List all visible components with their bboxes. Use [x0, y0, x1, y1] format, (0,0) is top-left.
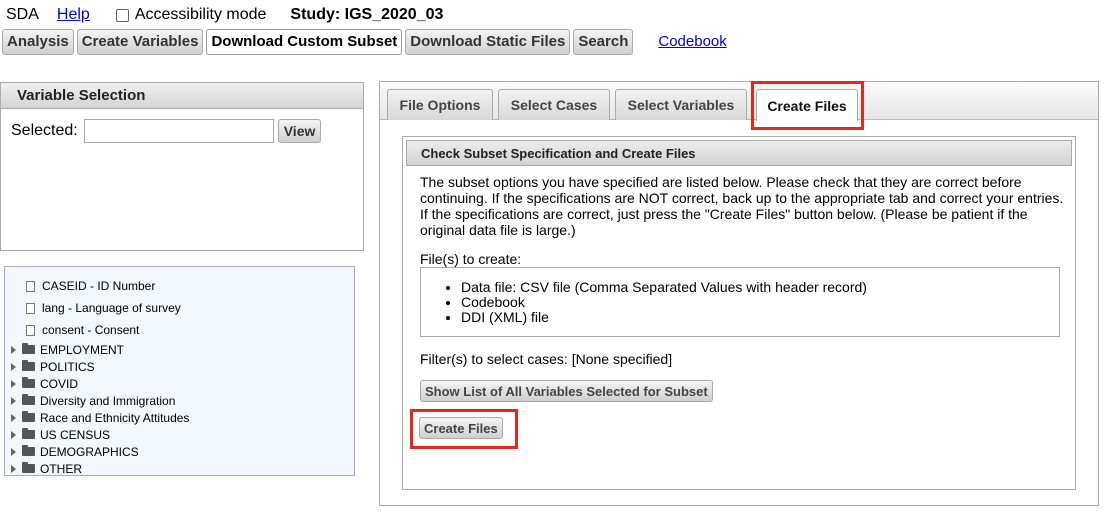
download-custom-subset-button[interactable]: Download Custom Subset [206, 28, 403, 55]
expand-arrow-icon[interactable] [11, 430, 16, 439]
folder-icon [22, 343, 35, 354]
tree-leaf-label: CASEID - ID Number [42, 279, 156, 293]
tree-folder-label: POLITICS [40, 359, 95, 374]
files-to-create-list: Data file: CSV file (Comma Separated Val… [420, 267, 1060, 337]
variable-selection-panel: Variable Selection Selected: View [0, 82, 364, 251]
filter-text: Filter(s) to select cases: [None specifi… [420, 351, 673, 367]
expand-arrow-icon[interactable] [11, 345, 16, 354]
expand-arrow-icon[interactable] [11, 413, 16, 422]
folder-icon [22, 428, 35, 439]
subset-panel: File Options Select Cases Select Variabl… [379, 81, 1099, 506]
tree-leaf-label: lang - Language of survey [42, 301, 181, 315]
tree-leaf[interactable]: lang - Language of survey [5, 297, 354, 319]
app-name: SDA [6, 6, 39, 23]
expand-arrow-icon[interactable] [11, 447, 16, 456]
tree-folder[interactable]: US CENSUS [5, 426, 354, 443]
expand-arrow-icon[interactable] [11, 379, 16, 388]
study-title: Study: IGS_2020_03 [290, 6, 444, 23]
tree-folder-label: COVID [40, 376, 79, 391]
tree-folder-label: Race and Ethnicity Attitudes [40, 410, 190, 425]
tab-file-options[interactable]: File Options [387, 89, 493, 120]
tree-folder[interactable]: Race and Ethnicity Attitudes [5, 409, 354, 426]
search-button[interactable]: Search [573, 28, 634, 55]
tree-folder[interactable]: DEMOGRAPHICS [5, 443, 354, 460]
create-files-button-highlight [410, 409, 518, 449]
selected-row: Selected: View [1, 119, 363, 143]
view-button[interactable]: View [277, 119, 322, 143]
folder-icon [22, 411, 35, 422]
download-static-files-button[interactable]: Download Static Files [405, 28, 571, 55]
tree-folder[interactable]: OTHER [5, 460, 354, 477]
tab-strip: File Options Select Cases Select Variabl… [380, 82, 1098, 121]
tree-folder-label: Diversity and Immigration [40, 393, 176, 408]
tree-leaf-label: consent - Consent [42, 323, 140, 337]
tree-folder-label: EMPLOYMENT [40, 342, 125, 357]
tree-folder-label: OTHER [40, 461, 82, 476]
tree-folder[interactable]: EMPLOYMENT [5, 341, 354, 358]
expand-arrow-icon[interactable] [11, 362, 16, 371]
tree-leaf[interactable]: CASEID - ID Number [5, 275, 354, 297]
list-item: Codebook [461, 295, 1059, 310]
list-item: DDI (XML) file [461, 310, 1059, 325]
document-icon [26, 280, 35, 292]
folder-icon [22, 394, 35, 405]
list-item: Data file: CSV file (Comma Separated Val… [461, 280, 1059, 295]
files-to-create-label: File(s) to create: [420, 251, 522, 267]
accessibility-checkbox[interactable] [115, 8, 129, 22]
accessibility-toggle[interactable]: Accessibility mode [115, 6, 267, 24]
tree-leaf[interactable]: consent - Consent [5, 319, 354, 341]
tree-folder-label: DEMOGRAPHICS [40, 444, 139, 459]
folder-icon [22, 377, 35, 388]
tree-folder-label: US CENSUS [40, 427, 111, 442]
expand-arrow-icon[interactable] [11, 464, 16, 473]
tab-select-cases[interactable]: Select Cases [498, 89, 610, 120]
tree-folder[interactable]: POLITICS [5, 358, 354, 375]
folder-icon [22, 462, 35, 473]
document-icon [26, 324, 35, 336]
instructions-text: The subset options you have specified ar… [420, 174, 1064, 238]
top-bar: SDA Help Accessibility mode Study: IGS_2… [6, 5, 443, 25]
expand-arrow-icon[interactable] [11, 396, 16, 405]
folder-icon [22, 445, 35, 456]
tree-folder[interactable]: COVID [5, 375, 354, 392]
variable-selection-title: Variable Selection [1, 83, 363, 109]
folder-icon [22, 360, 35, 371]
create-files-tab-highlight [751, 81, 864, 130]
document-icon [26, 302, 35, 314]
tree-folder[interactable]: Diversity and Immigration [5, 392, 354, 409]
main-nav: Analysis Create Variables Download Custo… [2, 28, 727, 55]
codebook-link[interactable]: Codebook [658, 33, 726, 50]
analysis-button[interactable]: Analysis [2, 28, 74, 55]
selected-input[interactable] [83, 119, 274, 143]
section-header: Check Subset Specification and Create Fi… [406, 140, 1072, 166]
variable-tree: CASEID - ID Number lang - Language of su… [4, 266, 355, 476]
selected-label: Selected: [11, 122, 78, 139]
show-variable-list-button[interactable]: Show List of All Variables Selected for … [420, 380, 713, 402]
accessibility-label: Accessibility mode [134, 6, 267, 23]
create-files-section: Check Subset Specification and Create Fi… [402, 136, 1076, 490]
create-variables-button[interactable]: Create Variables [76, 28, 204, 55]
help-link[interactable]: Help [57, 6, 90, 24]
tab-select-variables[interactable]: Select Variables [615, 89, 747, 120]
